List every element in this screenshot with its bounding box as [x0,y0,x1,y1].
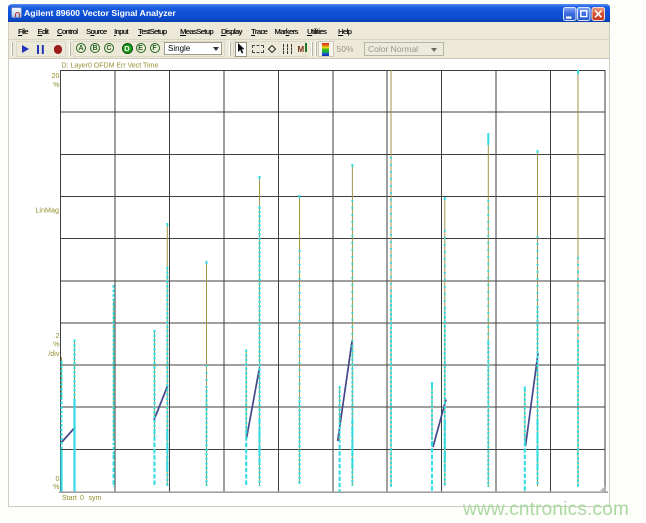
svg-text:sym: sym [89,495,102,502]
svg-text:www.cntronics.com: www.cntronics.com [462,499,629,520]
svg-text:0: 0 [80,495,84,502]
svg-text:LinMag: LinMag [35,206,59,215]
svg-text:D: Layer0 OFDM Err Vect Time: D: Layer0 OFDM Err Vect Time [62,63,159,70]
svg-text:%: % [53,482,60,491]
svg-text:%: % [53,80,60,89]
svg-text:20: 20 [52,71,60,80]
svg-text:Start: Start [62,495,77,502]
svg-text:/div: /div [48,349,60,358]
svg-text:%: % [53,340,60,349]
